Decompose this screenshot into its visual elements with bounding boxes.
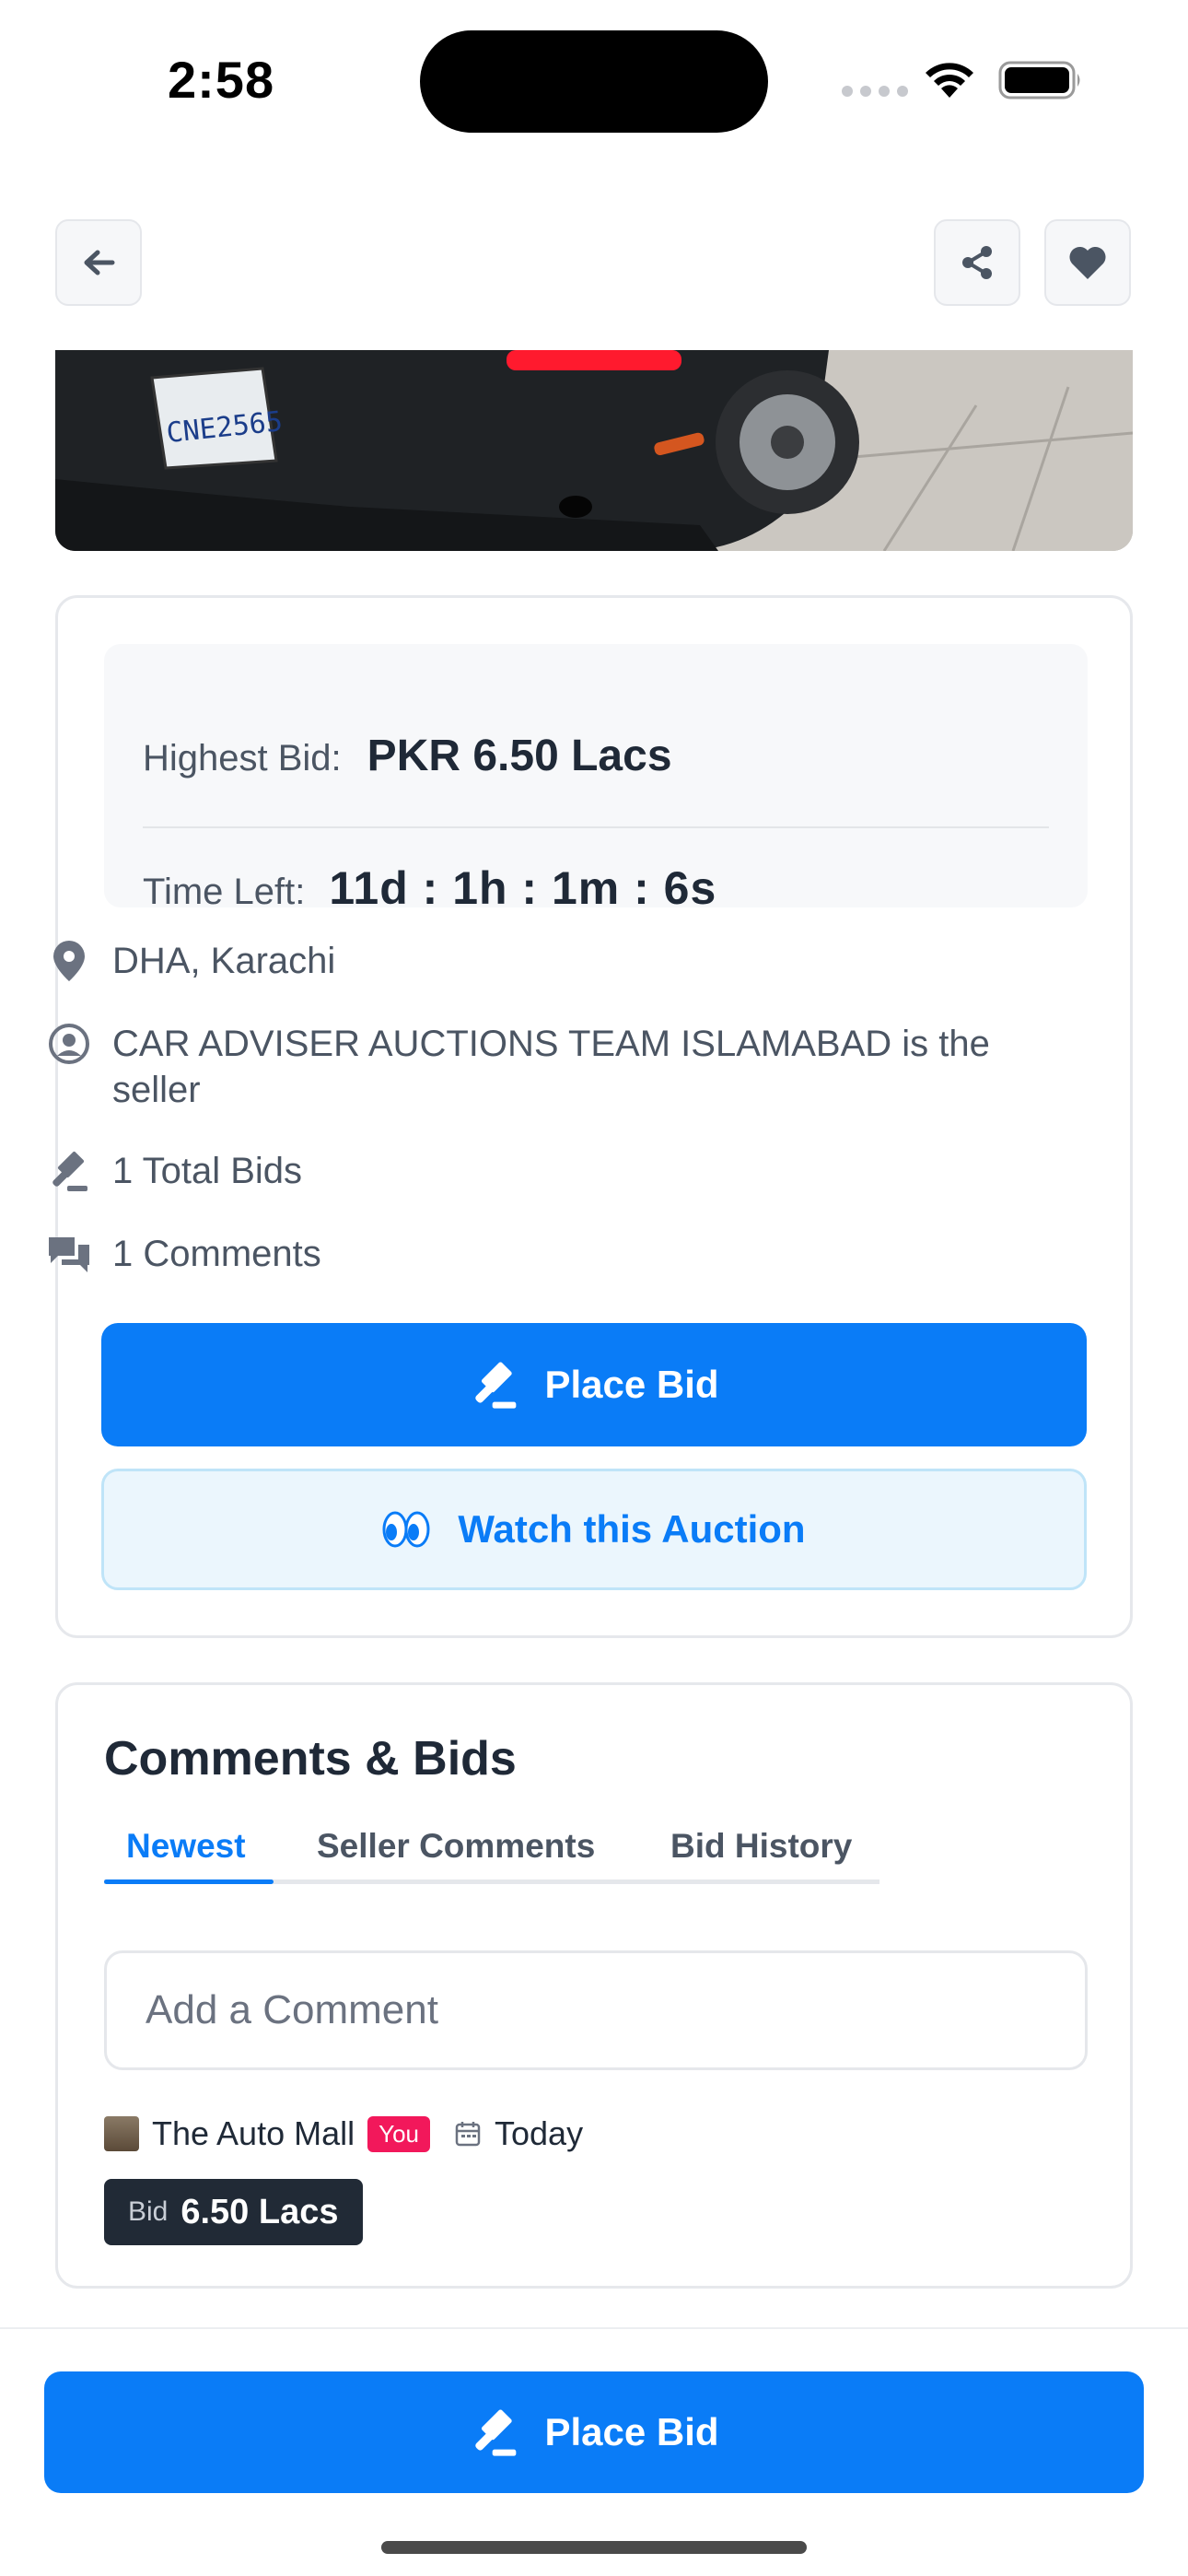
car-photo-graphic: CNE2565 [55, 350, 1133, 551]
bid-chip: Bid 6.50 Lacs [104, 2179, 363, 2245]
share-button[interactable] [934, 219, 1020, 306]
bid-chip-value: 6.50 Lacs [181, 2192, 339, 2231]
watch-auction-button[interactable]: Watch this Auction [101, 1469, 1087, 1590]
wifi-icon [926, 63, 973, 98]
place-bid-label: Place Bid [544, 1363, 719, 1406]
tab-seller-comments[interactable]: Seller Comments [317, 1827, 595, 1866]
seller-row: CAR ADVISER AUCTIONS TEAM ISLAMABAD is t… [46, 1021, 1033, 1113]
bid-summary: Highest Bid: PKR 6.50 Lacs Time Left: 11… [104, 644, 1088, 914]
comment-author: The Auto Mall [152, 2114, 355, 2152]
status-bar: 2:58 [0, 0, 1188, 157]
dynamic-island [420, 30, 768, 133]
battery-icon [998, 61, 1080, 100]
user-circle-icon [46, 1021, 92, 1067]
you-badge: You [367, 2115, 430, 2152]
bid-chip-label: Bid [128, 2196, 169, 2227]
total-bids-row: 1 Total Bids [46, 1148, 1033, 1194]
bottom-place-bid-button[interactable]: Place Bid [44, 2371, 1144, 2493]
status-time: 2:58 [168, 51, 275, 109]
tab-newest[interactable]: Newest [126, 1827, 246, 1866]
arrow-left-icon [84, 250, 115, 275]
eyes-icon [382, 1510, 430, 1549]
highest-bid-label: Highest Bid: [143, 738, 342, 779]
location-pin-icon [46, 938, 92, 984]
avatar [104, 2116, 139, 2151]
time-left-row: Time Left: 11d : 1h : 1m : 6s [143, 861, 716, 915]
heart-icon [1069, 246, 1106, 279]
add-comment-input[interactable] [104, 1950, 1088, 2070]
comment-meta: The Auto Mall You Today [104, 2114, 583, 2153]
comments-count-text: 1 Comments [112, 1234, 321, 1274]
place-bid-button[interactable]: Place Bid [101, 1323, 1087, 1446]
active-tab-indicator [104, 1879, 274, 1884]
calendar-icon [454, 2120, 482, 2148]
bottom-place-bid-label: Place Bid [544, 2410, 719, 2453]
time-left-value: 11d : 1h : 1m : 6s [329, 862, 717, 914]
comment-date: Today [495, 2114, 584, 2152]
divider [143, 826, 1049, 828]
comments-count-row: 1 Comments [46, 1231, 1033, 1277]
comments-title: Comments & Bids [104, 1732, 517, 1786]
cellular-signal-icon [842, 86, 908, 97]
gavel-icon [46, 1148, 92, 1194]
watch-auction-label: Watch this Auction [458, 1507, 806, 1551]
share-icon [962, 246, 992, 279]
car-photo[interactable]: CNE2565 [55, 350, 1133, 551]
highest-bid-row: Highest Bid: PKR 6.50 Lacs [143, 731, 672, 781]
highest-bid-value: PKR 6.50 Lacs [367, 732, 672, 780]
time-left-label: Time Left: [143, 872, 306, 912]
tab-bid-history[interactable]: Bid History [670, 1827, 852, 1866]
gavel-icon [469, 2406, 520, 2458]
comments-tabs: Newest Seller Comments Bid History [104, 1827, 879, 1884]
location-row: DHA, Karachi [46, 938, 1033, 984]
comments-card: Comments & Bids Newest Seller Comments B… [55, 1682, 1133, 2289]
gavel-icon [469, 1359, 520, 1411]
total-bids-text: 1 Total Bids [112, 1151, 303, 1191]
location-text: DHA, Karachi [112, 941, 336, 981]
comments-icon [46, 1231, 92, 1277]
back-button[interactable] [55, 219, 142, 306]
favorite-button[interactable] [1044, 219, 1131, 306]
seller-text: CAR ADVISER AUCTIONS TEAM ISLAMABAD is t… [112, 1024, 990, 1110]
home-indicator[interactable] [381, 2541, 807, 2554]
